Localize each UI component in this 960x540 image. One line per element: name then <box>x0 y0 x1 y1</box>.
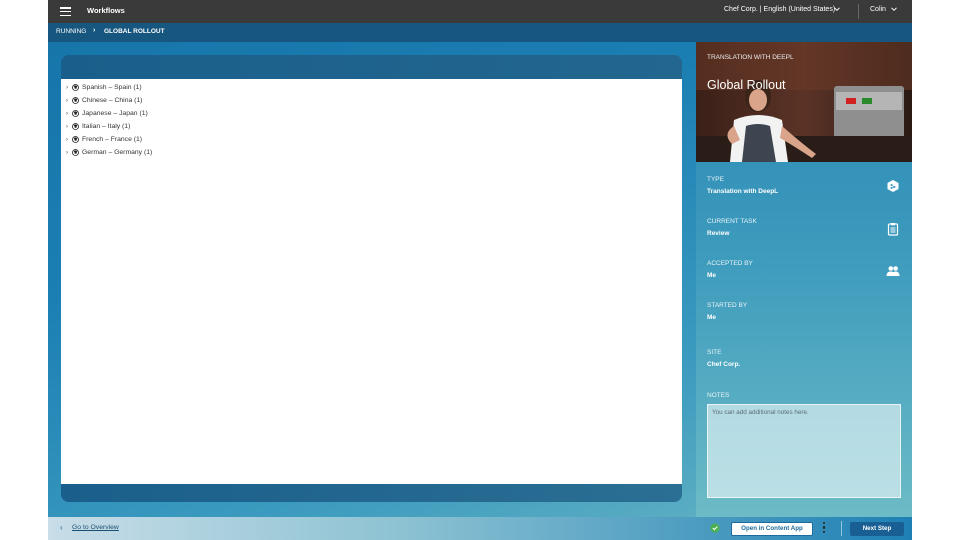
panel-header <box>61 55 682 79</box>
bottom-bar: ‹ Go to Overview Open in Content App Nex… <box>48 517 912 540</box>
go-to-overview-link[interactable]: Go to Overview <box>72 524 119 531</box>
chevron-down-icon[interactable] <box>890 5 898 15</box>
started-by-label: STARTED BY <box>707 302 748 309</box>
accepted-by-label: ACCEPTED BY <box>707 260 753 267</box>
breadcrumb-current: GLOBAL ROLLOUT <box>104 28 165 35</box>
type-label: TYPE <box>707 176 724 183</box>
content-panel: › Spanish – Spain (1) › Chinese – China … <box>61 55 682 502</box>
tree-item[interactable]: › Spanish – Spain (1) <box>66 81 152 94</box>
breadcrumb-separator: › <box>93 27 96 34</box>
tree-item-label: Japanese – Japan (1) <box>82 110 148 117</box>
tree-item-label: French – France (1) <box>82 136 143 143</box>
divider <box>841 521 842 536</box>
users-icon <box>886 266 900 276</box>
tree-item[interactable]: › Japanese – Japan (1) <box>66 107 152 120</box>
open-in-content-app-button[interactable]: Open in Content App <box>731 522 813 536</box>
globe-icon <box>72 136 79 143</box>
chevron-left-icon[interactable]: ‹ <box>60 523 63 532</box>
tree-item[interactable]: › Chinese – China (1) <box>66 94 152 107</box>
breadcrumb: RUNNING › GLOBAL ROLLOUT <box>48 23 912 42</box>
panel-body: › Spanish – Spain (1) › Chinese – China … <box>61 79 682 484</box>
tree-item-label: German – Germany (1) <box>82 149 153 156</box>
deepl-icon <box>887 180 899 192</box>
started-by-value: Me <box>707 314 717 321</box>
check-circle-icon <box>710 523 720 533</box>
notes-label: NOTES <box>707 392 730 399</box>
tree-item-label: Italian – Italy (1) <box>82 123 131 130</box>
top-bar: Workflows Chef Corp. | English (United S… <box>48 0 912 23</box>
language-tree: › Spanish – Spain (1) › Chinese – China … <box>66 81 152 159</box>
globe-icon <box>72 97 79 104</box>
tree-item-label: Spanish – Spain (1) <box>82 84 142 91</box>
site-label: SITE <box>707 349 722 356</box>
app-title: Workflows <box>87 6 125 15</box>
workflow-details: TRANSLATION WITH DEEPL Global Rollout TY… <box>696 42 912 517</box>
workflow-title: Global Rollout <box>707 78 786 92</box>
globe-icon <box>72 123 79 130</box>
globe-icon <box>72 84 79 91</box>
panel-footer <box>61 484 682 502</box>
workspace-selector[interactable]: Chef Corp. | English (United States) <box>724 6 835 13</box>
divider <box>858 4 859 19</box>
tree-item[interactable]: › German – Germany (1) <box>66 146 152 159</box>
next-step-button[interactable]: Next Step <box>850 522 904 536</box>
tree-item[interactable]: › Italian – Italy (1) <box>66 120 152 133</box>
accepted-by-value: Me <box>707 272 717 279</box>
site-value: Chef Corp. <box>707 361 741 368</box>
tree-item-label: Chinese – China (1) <box>82 97 143 104</box>
chevron-down-icon[interactable] <box>833 5 841 15</box>
workflow-type-subtitle: TRANSLATION WITH DEEPL <box>707 54 794 61</box>
globe-icon <box>72 149 79 156</box>
clipboard-icon <box>887 223 899 236</box>
globe-icon <box>72 110 79 117</box>
type-value: Translation with DeepL <box>707 188 779 195</box>
workflow-app: Workflows Chef Corp. | English (United S… <box>48 0 912 540</box>
current-task-label: CURRENT TASK <box>707 218 757 225</box>
more-vertical-icon[interactable] <box>822 522 826 535</box>
current-task-value: Review <box>707 230 730 237</box>
breadcrumb-running[interactable]: RUNNING <box>56 28 86 35</box>
notes-textarea[interactable]: You can add additional notes here. <box>707 404 901 498</box>
hamburger-icon[interactable] <box>60 7 71 17</box>
user-menu[interactable]: Colin <box>870 6 886 13</box>
hero-image: TRANSLATION WITH DEEPL Global Rollout <box>696 42 912 162</box>
tree-item[interactable]: › French – France (1) <box>66 133 152 146</box>
